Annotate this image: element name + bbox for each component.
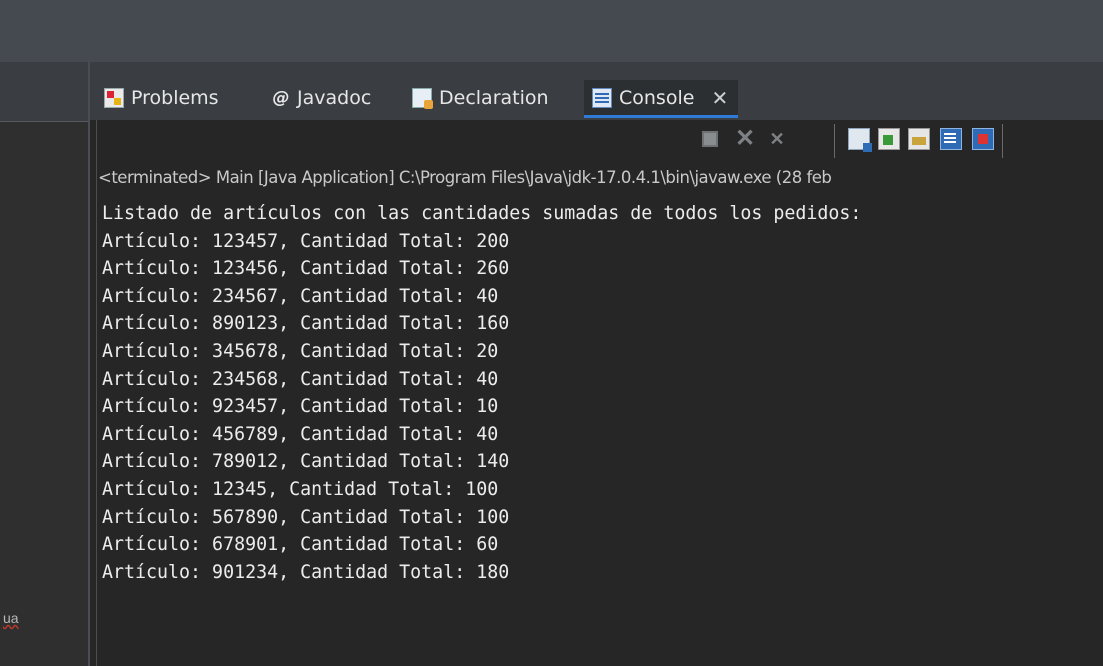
console-line: Artículo: 923457, Cantidad Total: 10 <box>102 396 499 418</box>
console-line: Artículo: 12345, Cantidad Total: 100 <box>102 478 499 500</box>
tab-console[interactable]: Console ✕ <box>584 80 739 118</box>
tab-label: Console <box>619 86 695 109</box>
terminate-icon[interactable] <box>702 131 718 147</box>
tab-label: Problems <box>131 87 219 109</box>
console-line: Artículo: 234567, Cantidad Total: 40 <box>102 285 499 307</box>
clear-console-icon[interactable] <box>848 128 872 152</box>
remove-all-terminated-icon[interactable]: ✕ <box>766 128 788 150</box>
console-line: Artículo: 123457, Cantidad Total: 200 <box>102 230 510 252</box>
remove-launch-icon[interactable]: ✕ <box>734 127 756 151</box>
console-line: Artículo: 901234, Cantidad Total: 180 <box>102 561 510 583</box>
declaration-icon <box>412 88 433 109</box>
console-line: Artículo: 345678, Cantidad Total: 20 <box>102 340 499 362</box>
tab-label: Javadoc <box>297 87 372 109</box>
close-icon[interactable]: ✕ <box>711 86 728 110</box>
left-panel-divider <box>0 121 88 122</box>
console-left-gutter <box>96 120 97 666</box>
tab-problems[interactable]: Problems <box>104 82 219 114</box>
console-view: Problems @ Javadoc Declaration Console ✕… <box>90 62 1103 666</box>
console-icon <box>592 87 612 108</box>
tab-declaration[interactable]: Declaration <box>412 82 549 114</box>
console-line: Artículo: 456789, Cantidad Total: 40 <box>102 423 499 445</box>
left-panel-text-fragment: ua <box>3 610 19 626</box>
tab-javadoc[interactable]: @ Javadoc <box>272 82 372 114</box>
tab-bar: Problems @ Javadoc Declaration Console ✕ <box>90 62 1103 120</box>
window-top-bar <box>0 0 1103 62</box>
console-header-line: Listado de artículos con las cantidades … <box>102 203 862 224</box>
left-panel: ua <box>0 62 88 666</box>
console-line: Artículo: 678901, Cantidad Total: 60 <box>102 534 499 556</box>
show-console-on-error-icon[interactable] <box>972 128 994 150</box>
console-line: Artículo: 567890, Cantidad Total: 100 <box>102 506 510 528</box>
launch-status: <terminated> Main [Java Application] C:\… <box>98 168 832 187</box>
toolbar-separator <box>834 124 835 158</box>
word-wrap-icon[interactable] <box>908 128 930 150</box>
problems-icon <box>104 88 124 108</box>
console-line: Artículo: 123456, Cantidad Total: 260 <box>102 258 510 280</box>
left-panel-header <box>0 62 88 122</box>
console-toolbar: ✕ ✕ <box>96 120 1103 166</box>
console-output[interactable]: Listado de artículos con las cantidades … <box>102 200 1102 586</box>
toolbar-separator <box>1002 124 1003 158</box>
console-line: Artículo: 789012, Cantidad Total: 140 <box>102 451 510 473</box>
at-icon: @ <box>272 88 290 108</box>
console-line: Artículo: 890123, Cantidad Total: 160 <box>102 313 510 335</box>
console-line: Artículo: 234568, Cantidad Total: 40 <box>102 368 499 390</box>
tab-label: Declaration <box>439 87 549 109</box>
scroll-lock-icon[interactable] <box>878 128 900 150</box>
show-console-on-output-icon[interactable] <box>940 128 962 150</box>
